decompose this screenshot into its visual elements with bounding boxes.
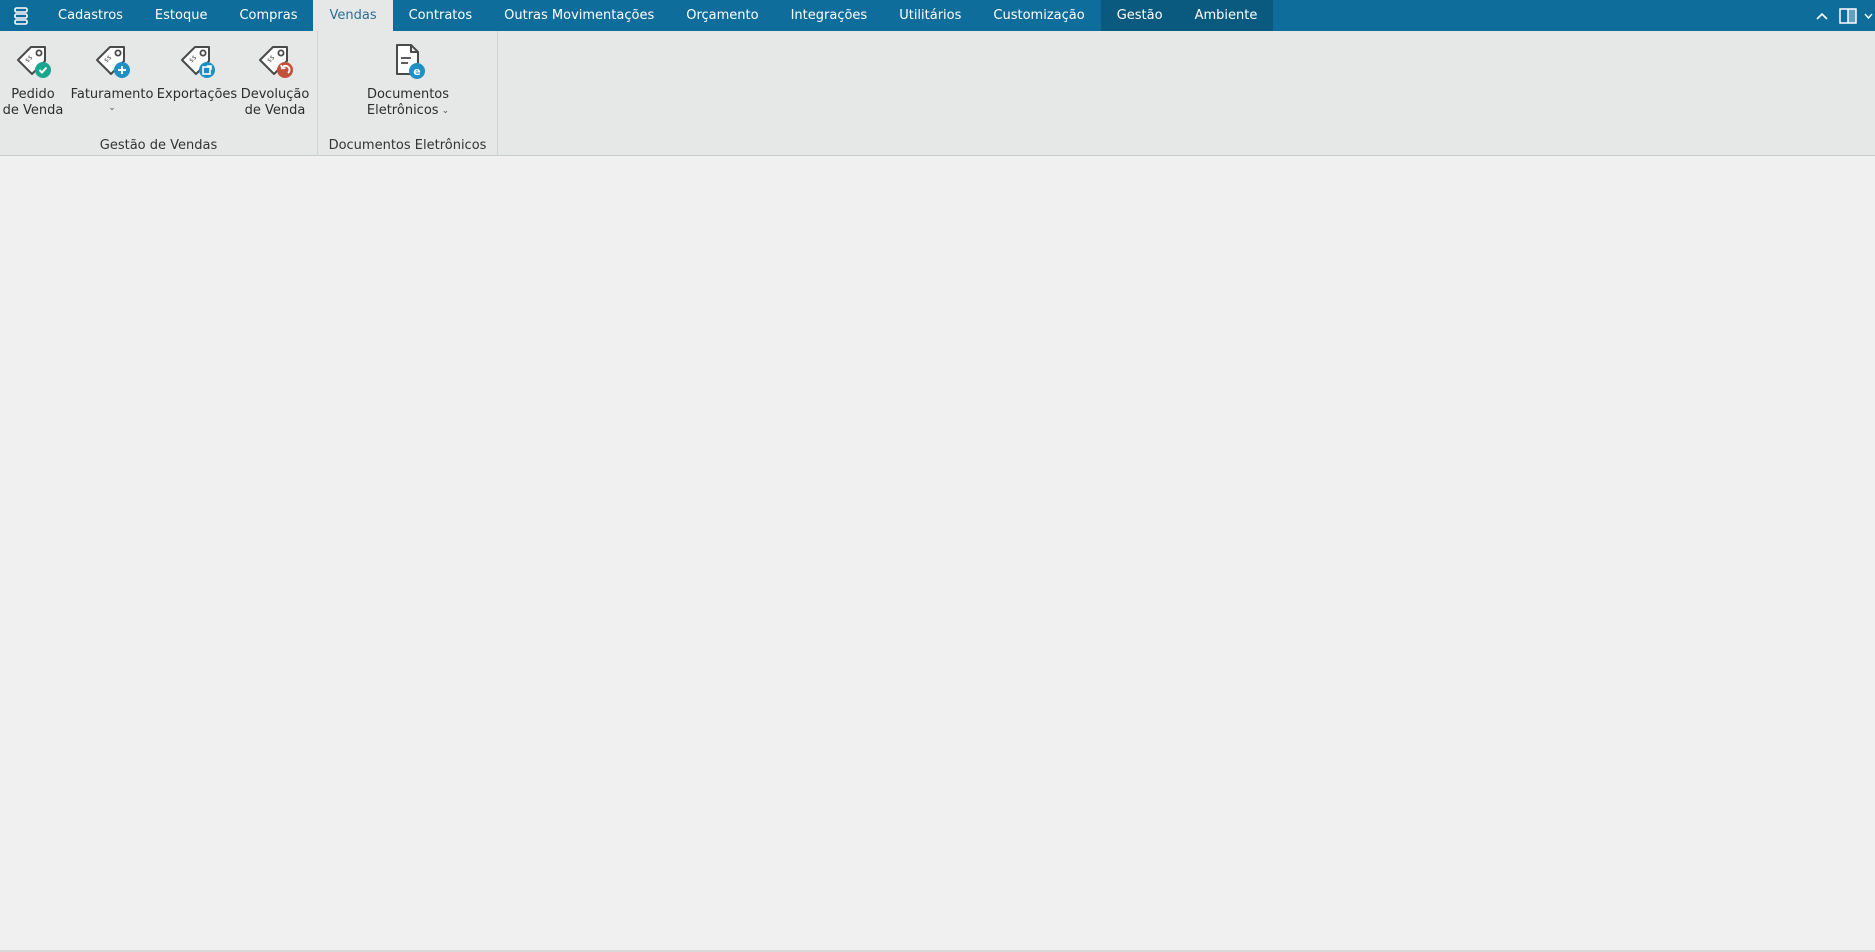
documentos-eletronicos-label-2: Eletrônicos (366, 103, 439, 118)
database-menu-icon (14, 6, 28, 25)
tab-cadastros[interactable]: Cadastros (42, 0, 139, 31)
group-gestao-de-vendas: $$ Pedido de Venda $$ Faturamento ⌄ $$ E… (0, 31, 318, 156)
group-label-gestao-de-vendas: Gestão de Vendas (99, 138, 218, 153)
electronic-document-icon: e (396, 44, 425, 79)
chevron-down-icon: ⌄ (108, 103, 116, 113)
layout-button[interactable] (1837, 5, 1859, 27)
ribbon-tab-bar: Cadastros Estoque Compras Vendas Contrat… (0, 0, 1875, 31)
tab-contratos[interactable]: Contratos (393, 0, 489, 31)
tab-outras-movimentacoes[interactable]: Outras Movimentações (488, 0, 670, 31)
pedido-de-venda-button[interactable]: $$ Pedido de Venda (2, 41, 64, 119)
faturamento-button[interactable]: $$ Faturamento ⌄ (70, 41, 154, 113)
chevron-up-icon (1816, 12, 1828, 20)
pedido-de-venda-label-1: Pedido (11, 87, 55, 102)
faturamento-label: Faturamento (70, 87, 154, 102)
documentos-eletronicos-button[interactable]: e Documentos Eletrônicos ⌄ (338, 41, 478, 119)
tag-return-icon: $$ (259, 46, 293, 78)
group-label-documentos-eletronicos: Documentos Eletrônicos (328, 138, 487, 153)
devolucao-de-venda-label-2: de Venda (244, 103, 306, 118)
tab-vendas[interactable]: Vendas (313, 0, 393, 31)
group-documentos-eletronicos: e Documentos Eletrônicos ⌄ Documentos Ele… (318, 31, 498, 156)
ribbon-panel: $$ Pedido de Venda $$ Faturamento ⌄ $$ E… (0, 31, 1875, 156)
tab-compras[interactable]: Compras (223, 0, 313, 31)
devolucao-de-venda-button[interactable]: $$ Devolução de Venda (240, 41, 310, 119)
tab-customizacao[interactable]: Customização (977, 0, 1100, 31)
chevron-down-icon: ⌄ (441, 106, 450, 116)
window-controls (1811, 0, 1875, 31)
exportacoes-label: Exportações (156, 87, 238, 102)
pedido-de-venda-label-2: de Venda (2, 103, 64, 118)
tag-export-icon: $$ (181, 46, 215, 78)
devolucao-de-venda-label-1: Devolução (240, 87, 310, 102)
tab-gestao[interactable]: Gestão (1100, 0, 1179, 31)
tab-estoque[interactable]: Estoque (139, 0, 224, 31)
collapse-ribbon-button[interactable] (1811, 5, 1833, 27)
documentos-eletronicos-label-1: Documentos (366, 87, 450, 102)
tab-orcamento[interactable]: Orçamento (670, 0, 774, 31)
tag-check-icon: $$ (17, 46, 51, 78)
layout-dropdown-button[interactable] (1863, 5, 1873, 27)
chevron-down-icon (1863, 13, 1873, 19)
tag-plus-icon: $$ (96, 46, 130, 78)
app-menu-button[interactable] (0, 0, 42, 31)
exportacoes-button[interactable]: $$ Exportações (156, 41, 238, 103)
main-workspace (0, 157, 1875, 950)
tab-ambiente[interactable]: Ambiente (1178, 0, 1274, 31)
svg-text:e: e (413, 65, 420, 78)
tab-utilitarios[interactable]: Utilitários (883, 0, 977, 31)
panel-layout-icon (1839, 7, 1857, 24)
tab-integracoes[interactable]: Integrações (775, 0, 884, 31)
